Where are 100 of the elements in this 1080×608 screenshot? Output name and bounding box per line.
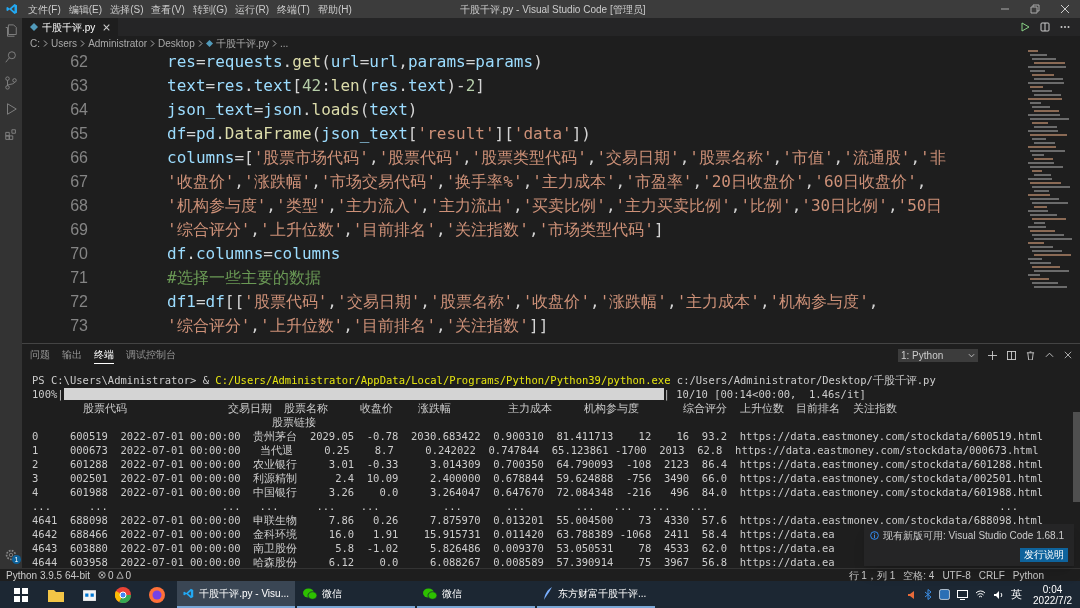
windows-start-icon[interactable] xyxy=(14,587,28,602)
chevron-right-icon xyxy=(150,39,156,47)
line-number: 63 xyxy=(70,76,88,96)
chevron-right-icon xyxy=(272,39,278,47)
close-icon[interactable] xyxy=(1064,351,1072,359)
store-icon[interactable] xyxy=(82,587,97,602)
error-icon xyxy=(97,571,106,579)
menu-item[interactable]: 帮助(H) xyxy=(317,1,352,17)
status-item[interactable]: Python xyxy=(1012,567,1044,583)
terminal-line: 1 000673 2022-07-01 00:00:00 当代退 0.25 8.7 0.242022 0.747844 65.123861 -1700 2013 62.8 https://data.eastmoney.com/stockdata/000673.html xyxy=(32,443,1039,457)
python-file-icon xyxy=(30,23,38,31)
chat-bubbles-icon xyxy=(423,587,437,600)
interpreter-status[interactable]: Python 3.9.5 64-bit xyxy=(6,567,90,583)
code-line: df1=df[['股票代码','交易日期','股票名称','收盘价','涨跌幅','主力成本','机构参与度', xyxy=(167,291,879,313)
search-icon[interactable] xyxy=(4,50,18,64)
status-item[interactable]: CRLF xyxy=(978,567,1005,583)
files-icon[interactable] xyxy=(4,24,18,38)
volume-icon[interactable] xyxy=(993,589,1005,600)
browser-icon[interactable] xyxy=(115,586,131,603)
status-item[interactable]: UTF-8 xyxy=(942,567,971,583)
line-number: 73 xyxy=(70,316,88,336)
warning-icon xyxy=(115,571,124,579)
chevron-up-icon[interactable] xyxy=(1045,352,1054,358)
menu-item[interactable]: 选择(S) xyxy=(110,1,144,17)
run-icon[interactable] xyxy=(1020,22,1030,32)
terminal-line: 0 600519 2022-07-01 00:00:00 贵州茅台 2029.05 -0.78 2030.683422 0.900310 81.411713 12 16 93.2 https://data.eastmoney.com/stockdata/600519.html xyxy=(32,429,1044,443)
terminal-dropdown[interactable]: 1: Python xyxy=(898,348,978,362)
problems-status[interactable]: 0 0 xyxy=(97,567,132,583)
split-editor-icon[interactable] xyxy=(1040,22,1050,32)
terminal-line: 4643 603880 2022-07-01 00:00:00 南卫股份 5.8 -1.02 5.826486 0.009370 53.050531 78 4533 62.0 https://data.ea xyxy=(32,541,835,555)
line-number: 72 xyxy=(70,292,88,312)
more-icon[interactable] xyxy=(1060,25,1070,29)
menu-item[interactable]: 运行(R) xyxy=(235,1,270,17)
plus-icon[interactable] xyxy=(988,350,997,360)
wifi-icon[interactable] xyxy=(975,590,987,599)
menu-item[interactable]: 编辑(E) xyxy=(68,1,103,17)
scrollbar[interactable] xyxy=(1073,412,1080,502)
breadcrumb[interactable]: Users xyxy=(51,35,78,51)
display-icon[interactable] xyxy=(957,589,969,600)
menu-item[interactable]: 查看(V) xyxy=(151,1,185,17)
code-line: #选择一些主要的数据 xyxy=(167,267,321,289)
panel-tab[interactable]: 调试控制台 xyxy=(126,346,176,364)
branch-icon[interactable] xyxy=(4,76,18,90)
terminal-line: 4641 688098 2022-07-01 00:00:00 申联生物 7.86 0.26 7.875970 0.013201 55.004500 73 4330 57.6 https://data.eastmoney.com/stockdata/688098.html xyxy=(32,513,1044,527)
progress-percent: 100%| xyxy=(32,387,64,401)
menu-item[interactable]: 文件(F) xyxy=(28,1,61,17)
terminal-line: 股票链接 xyxy=(271,415,317,429)
panel-tab[interactable]: 输出 xyxy=(62,346,82,364)
taskbar-app[interactable]: 千股千评.py - Visu... xyxy=(177,581,295,608)
panel-tab[interactable]: 问题 xyxy=(30,346,50,364)
notification-button[interactable]: 发行说明 xyxy=(1020,548,1068,562)
close-icon[interactable] xyxy=(1060,4,1070,14)
input-method-indicator[interactable]: 英 xyxy=(1011,586,1023,603)
code-line: columns=['股票市场代码','股票代码','股票类型代码','交易日期','股票名称','市值','流通股','非 xyxy=(167,147,946,169)
run-debug-icon[interactable] xyxy=(4,102,18,116)
terminal-line: 2 601288 2022-07-01 00:00:00 农业银行 3.01 -0.33 3.014309 0.700350 64.790093 -108 2123 86.4 https://data.eastmoney.com/stockdata/601288.html xyxy=(32,457,1044,471)
split-terminal-icon[interactable] xyxy=(1007,350,1016,360)
code-line: res=requests.get(url=url,params=params) xyxy=(167,51,543,73)
line-number: 66 xyxy=(70,148,88,168)
firefox-icon[interactable] xyxy=(149,586,165,603)
chevron-right-icon xyxy=(197,39,203,47)
error-count: 0 xyxy=(107,568,114,583)
warning-count: 0 xyxy=(125,568,132,583)
breadcrumb[interactable]: 千股千评.py xyxy=(215,35,270,51)
menu-item[interactable]: 转到(G) xyxy=(192,1,228,17)
trash-icon[interactable] xyxy=(1026,350,1035,360)
breadcrumb[interactable]: Administrator xyxy=(88,35,148,51)
taskbar-app[interactable]: 微信 xyxy=(417,581,535,608)
window-title: 千股千评.py - Visual Studio Code [管理员] xyxy=(460,2,646,17)
close-icon[interactable] xyxy=(103,23,111,31)
terminal-line: ... ... ... ... ... ... ... ... ... ... ... ... ... xyxy=(32,499,1019,513)
restore-icon[interactable] xyxy=(1030,4,1040,14)
terminal-line: 4642 688466 2022-07-01 00:00:00 金科环境 16.0 1.91 15.915731 0.011420 63.788389 -1068 2411 58.4 https://data.ea xyxy=(32,527,835,541)
breadcrumb[interactable]: ... xyxy=(280,35,289,51)
settings-icon[interactable] xyxy=(4,548,18,562)
status-item[interactable]: 行 1，列 1 xyxy=(848,567,896,583)
line-number: 68 xyxy=(70,196,88,216)
app-tray-icon[interactable] xyxy=(939,589,951,600)
code-line: df=pd.DataFrame(json_text['result']['data']) xyxy=(167,123,591,145)
clock[interactable]: 0:04 2022/7/2 xyxy=(1033,583,1072,606)
chat-bubbles-icon xyxy=(303,587,317,600)
line-number: 71 xyxy=(70,268,88,288)
line-number: 65 xyxy=(70,124,88,144)
extensions-icon[interactable] xyxy=(4,128,18,142)
code-line: '收盘价','涨跌幅','市场交易代码','换手率%','主力成本','市盈率','20日收盘价','60日收盘价', xyxy=(167,171,927,193)
taskbar-app[interactable]: 东方财富千股千评... xyxy=(537,581,655,608)
code-line: text=res.text[42:len(res.text)-2] xyxy=(167,75,485,97)
chevron-right-icon xyxy=(43,39,48,47)
taskbar-app[interactable]: 微信 xyxy=(297,581,415,608)
chevron-right-icon xyxy=(80,39,86,47)
line-number: 67 xyxy=(70,172,88,192)
menu-item[interactable]: 终端(T) xyxy=(277,1,310,17)
quill-icon xyxy=(543,587,553,600)
breadcrumb[interactable]: C: xyxy=(30,35,40,51)
breadcrumb[interactable]: Desktop xyxy=(158,35,195,51)
status-item[interactable]: 空格: 4 xyxy=(903,567,935,583)
folder-icon[interactable] xyxy=(48,587,64,602)
editor-tab[interactable]: 千股千评.py xyxy=(22,18,119,36)
bluetooth-icon[interactable] xyxy=(924,589,933,600)
panel-tab[interactable]: 终端 xyxy=(94,346,114,364)
